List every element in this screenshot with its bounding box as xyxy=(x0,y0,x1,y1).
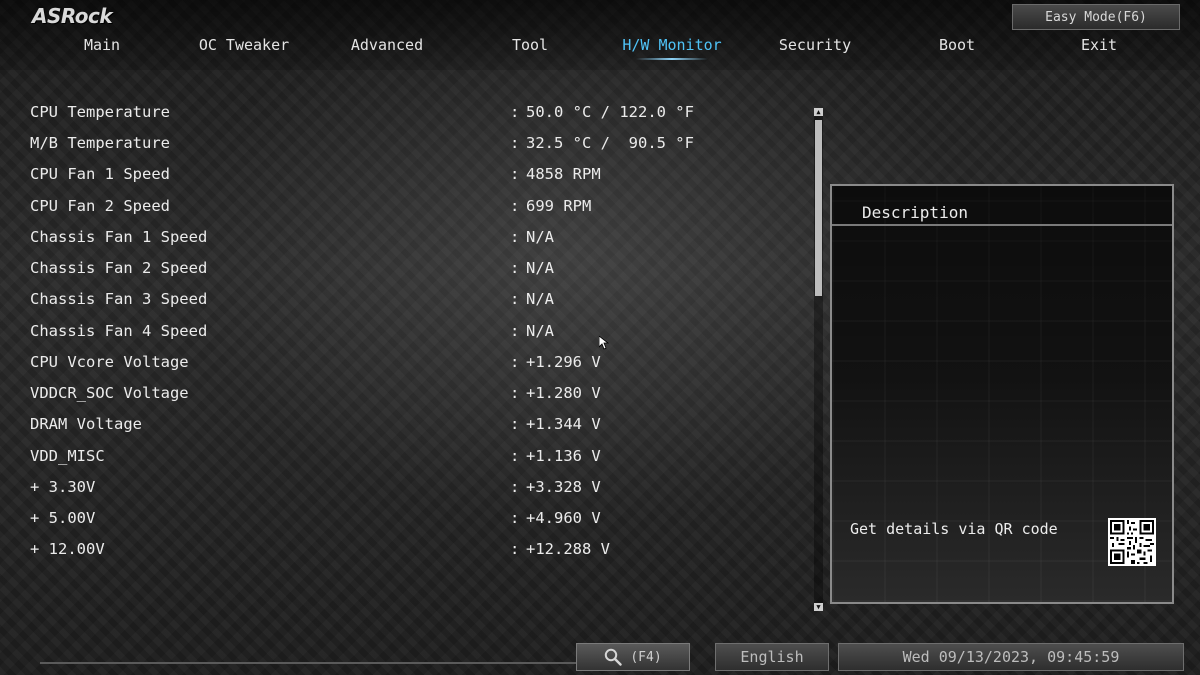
item-separator: : xyxy=(510,509,520,527)
list-item-chassis-fan-1-speed[interactable]: Chassis Fan 1 Speed : N/A xyxy=(30,228,810,252)
item-separator: : xyxy=(510,540,520,558)
item-value: +12.288 V xyxy=(526,540,610,558)
item-label: M/B Temperature xyxy=(30,134,170,152)
item-separator: : xyxy=(510,259,520,277)
item-label: + 3.30V xyxy=(30,478,96,496)
scrollbar-thumb[interactable] xyxy=(815,120,822,296)
item-label: CPU Fan 1 Speed xyxy=(30,165,170,183)
item-value: 699 RPM xyxy=(526,197,592,215)
item-label: DRAM Voltage xyxy=(30,415,142,433)
scroll-up-arrow-icon[interactable]: ▲ xyxy=(814,108,823,116)
item-separator: : xyxy=(510,353,520,371)
tab-tool[interactable]: Tool xyxy=(512,36,548,54)
qr-code-icon xyxy=(1108,518,1156,566)
list-item-vddcr-soc-voltage[interactable]: VDDCR_SOC Voltage : +1.280 V xyxy=(30,384,810,408)
list-item-3v3[interactable]: + 3.30V : +3.328 V xyxy=(30,478,810,502)
list-item-cpu-vcore-voltage[interactable]: CPU Vcore Voltage : +1.296 V xyxy=(30,353,810,377)
item-value: +1.344 V xyxy=(526,415,601,433)
item-separator: : xyxy=(510,415,520,433)
asrock-logo: ASRock xyxy=(32,4,113,28)
item-value: N/A xyxy=(526,228,554,246)
item-separator: : xyxy=(510,290,520,308)
item-separator: : xyxy=(510,103,520,121)
qr-code-caption: Get details via QR code xyxy=(850,520,1058,538)
list-item-chassis-fan-3-speed[interactable]: Chassis Fan 3 Speed : N/A xyxy=(30,290,810,314)
list-item-12v[interactable]: + 12.00V : +12.288 V xyxy=(30,540,810,564)
item-value: +1.136 V xyxy=(526,447,601,465)
search-icon xyxy=(605,648,623,666)
item-label: CPU Vcore Voltage xyxy=(30,353,189,371)
item-value: +4.960 V xyxy=(526,509,601,527)
date-time-display: Wed 09/13/2023, 09:45:59 xyxy=(838,643,1184,671)
item-value: N/A xyxy=(526,259,554,277)
list-item-cpu-fan-2-speed[interactable]: CPU Fan 2 Speed : 699 RPM xyxy=(30,197,810,221)
scrollbar[interactable]: ▲ ▼ xyxy=(814,108,823,611)
scroll-down-arrow-icon[interactable]: ▼ xyxy=(814,603,823,611)
item-label: Chassis Fan 1 Speed xyxy=(30,228,208,246)
list-item-5v[interactable]: + 5.00V : +4.960 V xyxy=(30,509,810,533)
tab-security[interactable]: Security xyxy=(779,36,851,54)
item-separator: : xyxy=(510,134,520,152)
item-value: 32.5 °C / 90.5 °F xyxy=(526,134,694,152)
item-value: +1.280 V xyxy=(526,384,601,402)
item-value: N/A xyxy=(526,322,554,340)
item-separator: : xyxy=(510,165,520,183)
list-item-dram-voltage[interactable]: DRAM Voltage : +1.344 V xyxy=(30,415,810,439)
item-label: VDD_MISC xyxy=(30,447,105,465)
item-value: +3.328 V xyxy=(526,478,601,496)
list-item-vdd-misc[interactable]: VDD_MISC : +1.136 V xyxy=(30,447,810,471)
item-separator: : xyxy=(510,447,520,465)
tab-advanced[interactable]: Advanced xyxy=(351,36,423,54)
item-label: Chassis Fan 4 Speed xyxy=(30,322,208,340)
main-navigation: Main OC Tweaker Advanced Tool H/W Monito… xyxy=(0,36,1200,58)
list-item-cpu-fan-1-speed[interactable]: CPU Fan 1 Speed : 4858 RPM xyxy=(30,165,810,189)
list-item-chassis-fan-2-speed[interactable]: Chassis Fan 2 Speed : N/A xyxy=(30,259,810,283)
item-label: + 12.00V xyxy=(30,540,105,558)
item-value: 4858 RPM xyxy=(526,165,601,183)
easy-mode-button[interactable]: Easy Mode(F6) xyxy=(1012,4,1180,30)
list-item-cpu-temperature[interactable]: CPU Temperature : 50.0 °C / 122.0 °F xyxy=(30,103,810,127)
footer-divider xyxy=(40,662,580,664)
description-header: Description xyxy=(832,186,1172,226)
bios-screen: ASRock Easy Mode(F6) Main OC Tweaker Adv… xyxy=(0,0,1200,675)
description-title: Description xyxy=(862,203,968,222)
item-value: 50.0 °C / 122.0 °F xyxy=(526,103,694,121)
tab-hw-monitor[interactable]: H/W Monitor xyxy=(622,36,721,54)
list-item-mb-temperature[interactable]: M/B Temperature : 32.5 °C / 90.5 °F xyxy=(30,134,810,158)
search-shortcut-label: (F4) xyxy=(630,649,662,665)
language-button[interactable]: English xyxy=(715,643,829,671)
search-button[interactable]: (F4) xyxy=(576,643,690,671)
item-separator: : xyxy=(510,384,520,402)
item-value: +1.296 V xyxy=(526,353,601,371)
item-separator: : xyxy=(510,197,520,215)
list-item-chassis-fan-4-speed[interactable]: Chassis Fan 4 Speed : N/A xyxy=(30,322,810,346)
item-label: CPU Temperature xyxy=(30,103,170,121)
item-label: VDDCR_SOC Voltage xyxy=(30,384,189,402)
item-label: Chassis Fan 2 Speed xyxy=(30,259,208,277)
item-value: N/A xyxy=(526,290,554,308)
active-tab-indicator xyxy=(636,58,708,60)
item-separator: : xyxy=(510,228,520,246)
item-separator: : xyxy=(510,478,520,496)
item-separator: : xyxy=(510,322,520,340)
item-label: Chassis Fan 3 Speed xyxy=(30,290,208,308)
tab-boot[interactable]: Boot xyxy=(939,36,975,54)
tab-main[interactable]: Main xyxy=(84,36,120,54)
description-panel: Description Get details via QR code xyxy=(830,184,1174,604)
item-label: + 5.00V xyxy=(30,509,96,527)
item-label: CPU Fan 2 Speed xyxy=(30,197,170,215)
tab-exit[interactable]: Exit xyxy=(1081,36,1117,54)
tab-oc-tweaker[interactable]: OC Tweaker xyxy=(199,36,289,54)
